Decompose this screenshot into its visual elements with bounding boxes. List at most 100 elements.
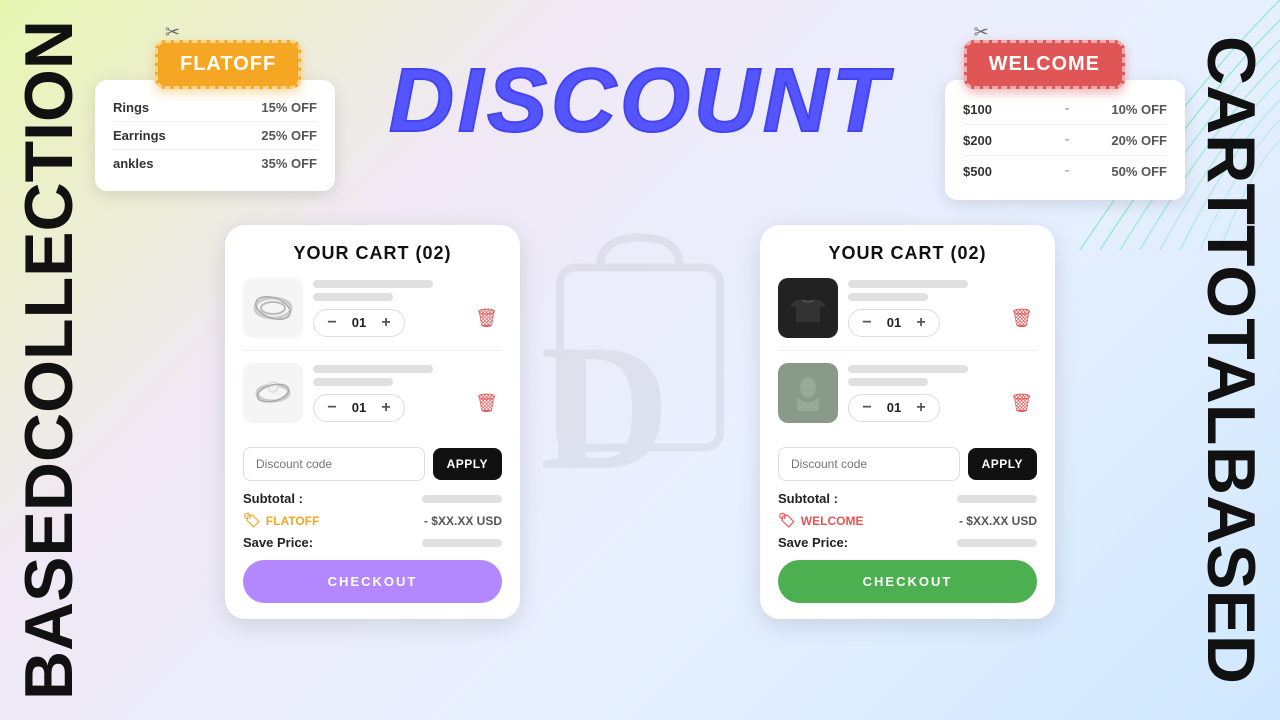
discount-value-rings: 15% OFF xyxy=(261,100,317,115)
cart-item-1-left: − 01 + 🗑 xyxy=(243,278,502,351)
delete-btn-1-right[interactable]: 🗑 xyxy=(1006,304,1037,333)
cart-title-right: YOUR CART (02) xyxy=(778,243,1037,264)
background-watermark: D xyxy=(530,228,750,493)
item-details-1-left: − 01 + 🗑 xyxy=(313,280,502,337)
delete-btn-2-left[interactable]: 🗑 xyxy=(471,389,502,418)
side-text-total: TOTAL xyxy=(1197,225,1265,445)
discount-input-right[interactable] xyxy=(778,447,960,481)
item-name-bar-1 xyxy=(313,280,433,288)
coupon-row-left: 🏷 FLATOFF - $XX.XX USD xyxy=(243,512,502,529)
qty-minus-1-right[interactable]: − xyxy=(857,313,877,333)
discount-amount-100: $100 xyxy=(963,102,1023,117)
discount-pct-200: 20% OFF xyxy=(1111,133,1167,148)
discount-value-ankles: 35% OFF xyxy=(261,156,317,171)
discount-row-rings: Rings 15% OFF xyxy=(113,94,317,122)
discount-row-ankles: ankles 35% OFF xyxy=(113,150,317,177)
side-text-left-container: COLLECTION BASED xyxy=(15,0,83,720)
qty-plus-1-left[interactable]: + xyxy=(376,313,396,333)
item-name-bar-r2 xyxy=(848,365,968,373)
delete-btn-2-right[interactable]: 🗑 xyxy=(1006,389,1037,418)
discount-amount-left: - $XX.XX USD xyxy=(424,514,502,528)
svg-text:D: D xyxy=(540,308,670,488)
item-price-bar-2 xyxy=(313,378,393,386)
qty-num-1-right: 01 xyxy=(885,315,903,330)
item-image-2-right xyxy=(778,363,838,423)
cart-item-1-right: − 01 + 🗑 xyxy=(778,278,1037,351)
discount-row-earrings: Earrings 25% OFF xyxy=(113,122,317,150)
checkout-btn-right[interactable]: CHECKOUT xyxy=(778,560,1037,603)
discount-table-right: $100 - 10% OFF $200 - 20% OFF $500 - 50%… xyxy=(945,80,1185,200)
checkout-btn-left[interactable]: CHECKOUT xyxy=(243,560,502,603)
side-text-based-left: BASED xyxy=(15,462,83,700)
discount-pct-100: 10% OFF xyxy=(1111,102,1167,117)
save-label-right: Save Price: xyxy=(778,535,848,550)
discount-row-200: $200 - 20% OFF xyxy=(963,125,1167,156)
qty-minus-2-right[interactable]: − xyxy=(857,398,877,418)
qty-control-2-left: − 01 + xyxy=(313,394,405,422)
qty-control-1-right: − 01 + xyxy=(848,309,940,337)
cart-title-left: YOUR CART (02) xyxy=(243,243,502,264)
side-text-collection: COLLECTION xyxy=(15,20,83,462)
save-label-left: Save Price: xyxy=(243,535,313,550)
cart-panel-left: YOUR CART (02) − 01 + 🗑 xyxy=(225,225,520,619)
qty-control-1-left: − 01 + xyxy=(313,309,405,337)
discount-code-area-left: APPLY xyxy=(243,447,502,481)
scissors-icon-right: ✂ xyxy=(974,22,989,43)
coupon-badge-right: WELCOME xyxy=(964,40,1125,89)
item-image-1-left xyxy=(243,278,303,338)
cart-item-2-left: − 01 + 🗑 xyxy=(243,363,502,435)
subtotal-bar-right xyxy=(957,495,1037,503)
discount-label-ankles: ankles xyxy=(113,156,173,171)
item-name-bar-r1 xyxy=(848,280,968,288)
qty-control-2-right: − 01 + xyxy=(848,394,940,422)
discount-amount-200: $200 xyxy=(963,133,1023,148)
side-text-right-container: CART TOTAL BASED xyxy=(1197,0,1265,720)
qty-minus-1-left[interactable]: − xyxy=(322,313,342,333)
item-image-1-right xyxy=(778,278,838,338)
item-price-bar-r1 xyxy=(848,293,928,301)
coupon-tag-left: 🏷 FLATOFF xyxy=(243,512,319,529)
subtotal-label-right: Subtotal : xyxy=(778,491,838,506)
discount-row-500: $500 - 50% OFF xyxy=(963,156,1167,186)
item-details-2-right: − 01 + 🗑 xyxy=(848,365,1037,422)
item-details-2-left: − 01 + 🗑 xyxy=(313,365,502,422)
save-bar-left xyxy=(422,539,502,547)
apply-btn-right[interactable]: APPLY xyxy=(968,448,1037,480)
side-text-cart: CART xyxy=(1197,36,1265,225)
delete-btn-1-left[interactable]: 🗑 xyxy=(471,304,502,333)
cart-item-2-right: − 01 + 🗑 xyxy=(778,363,1037,435)
subtotal-label-left: Subtotal : xyxy=(243,491,303,506)
qty-num-1-left: 01 xyxy=(350,315,368,330)
item-image-2-left xyxy=(243,363,303,423)
item-price-bar-1 xyxy=(313,293,393,301)
main-title: DISCOUNT xyxy=(389,50,891,153)
subtotal-section-left: Subtotal : 🏷 FLATOFF - $XX.XX USD Save P… xyxy=(243,491,502,550)
discount-input-left[interactable] xyxy=(243,447,425,481)
item-details-1-right: − 01 + 🗑 xyxy=(848,280,1037,337)
subtotal-section-right: Subtotal : 🏷 WELCOME - $XX.XX USD Save P… xyxy=(778,491,1037,550)
scissors-icon-left: ✂ xyxy=(165,22,180,43)
qty-plus-1-right[interactable]: + xyxy=(911,313,931,333)
item-price-bar-r2 xyxy=(848,378,928,386)
save-row-left: Save Price: xyxy=(243,535,502,550)
save-row-right: Save Price: xyxy=(778,535,1037,550)
save-bar-right xyxy=(957,539,1037,547)
qty-plus-2-left[interactable]: + xyxy=(376,398,396,418)
qty-plus-2-right[interactable]: + xyxy=(911,398,931,418)
discount-amount-right: - $XX.XX USD xyxy=(959,514,1037,528)
discount-amount-500: $500 xyxy=(963,164,1023,179)
qty-minus-2-left[interactable]: − xyxy=(322,398,342,418)
side-text-based-right: BASED xyxy=(1197,446,1265,684)
subtotal-row-left: Subtotal : xyxy=(243,491,502,506)
qty-num-2-left: 01 xyxy=(350,400,368,415)
discount-code-area-right: APPLY xyxy=(778,447,1037,481)
discount-row-100: $100 - 10% OFF xyxy=(963,94,1167,125)
discount-table-left: Rings 15% OFF Earrings 25% OFF ankles 35… xyxy=(95,80,335,191)
qty-num-2-right: 01 xyxy=(885,400,903,415)
item-name-bar-2 xyxy=(313,365,433,373)
discount-label-rings: Rings xyxy=(113,100,173,115)
discount-label-earrings: Earrings xyxy=(113,128,173,143)
coupon-name-left: FLATOFF xyxy=(266,514,320,528)
apply-btn-left[interactable]: APPLY xyxy=(433,448,502,480)
discount-value-earrings: 25% OFF xyxy=(261,128,317,143)
